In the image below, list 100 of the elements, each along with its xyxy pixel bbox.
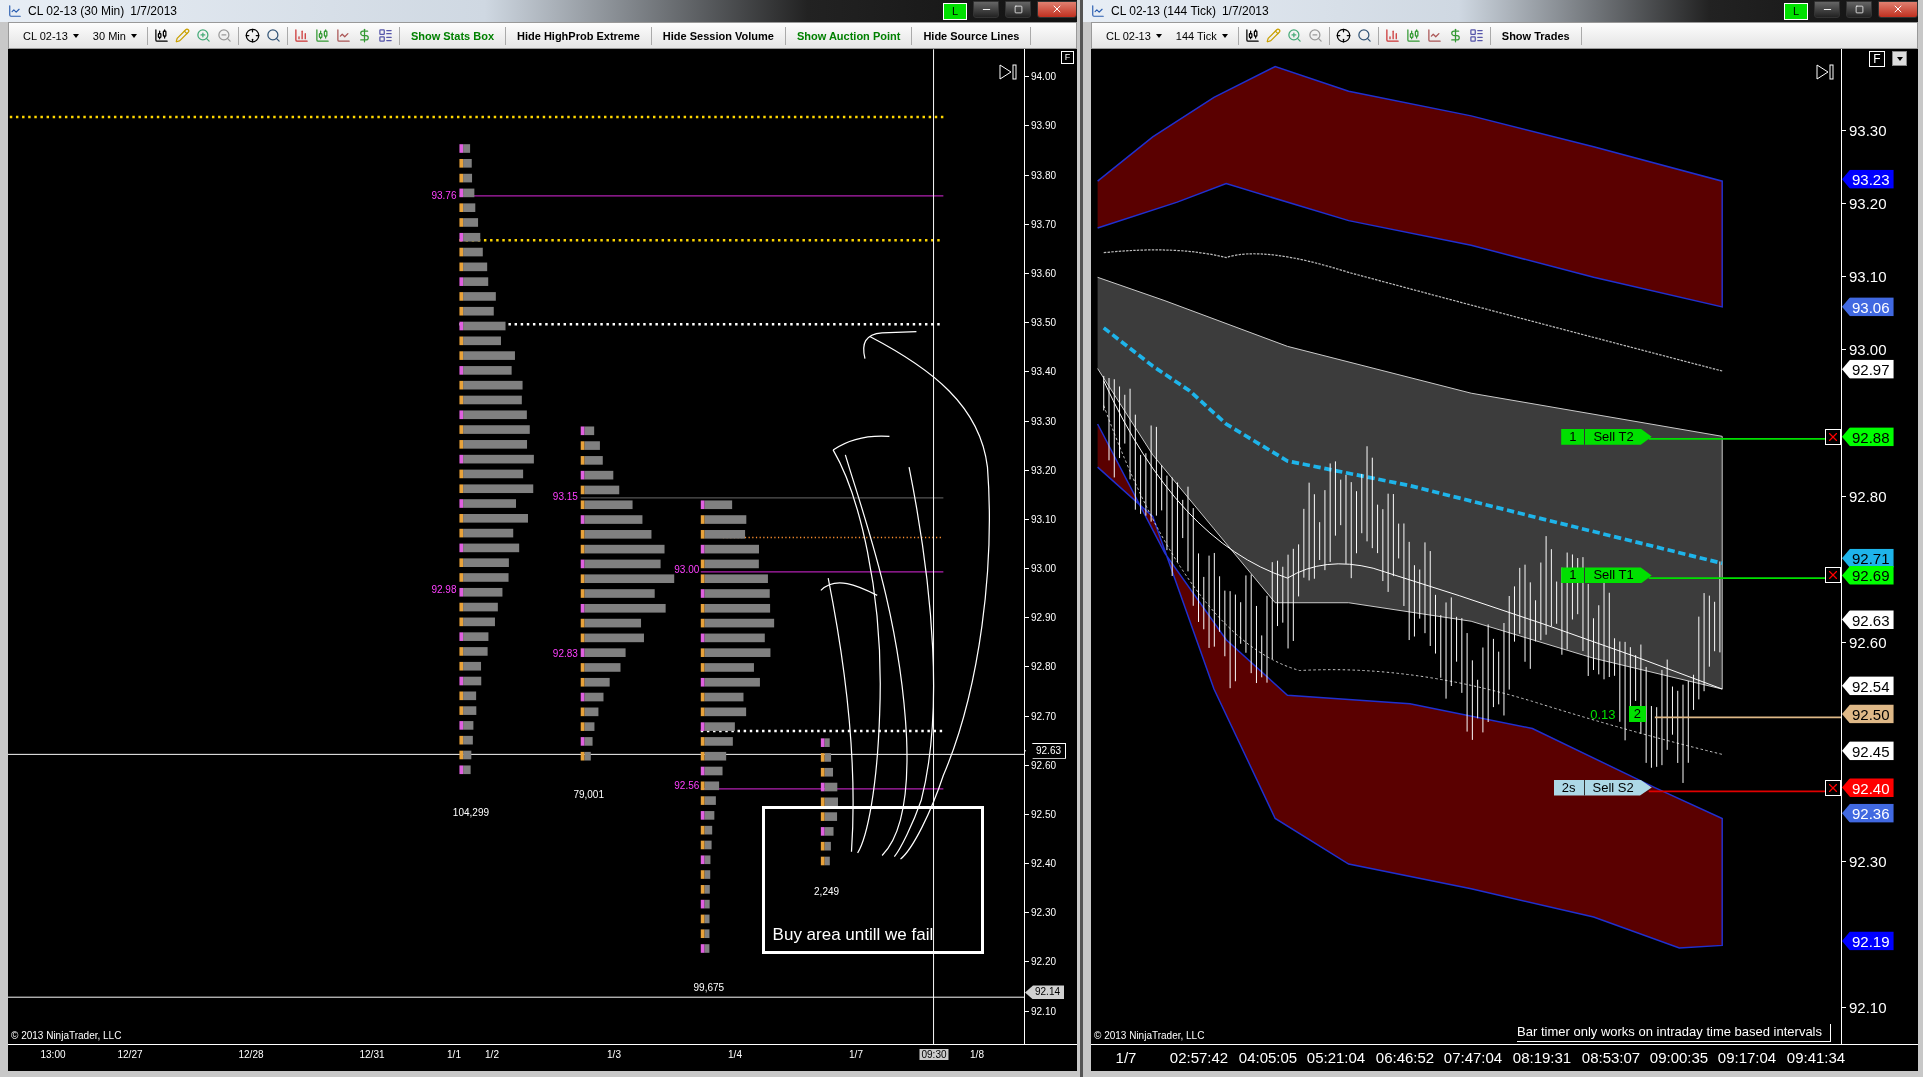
properties-icon[interactable] <box>377 28 393 43</box>
maximize-button[interactable] <box>1005 0 1031 18</box>
price-tick: 93.30 <box>1849 121 1887 139</box>
price-tick: 92.70 <box>1031 710 1057 722</box>
maximize-icon <box>1854 4 1864 14</box>
cancel-order-button[interactable] <box>1825 779 1841 796</box>
strategy-icon[interactable] <box>1405 28 1421 43</box>
instrument-dropdown[interactable]: CL 02-13 <box>1102 29 1166 42</box>
time-label: 09:00:35 <box>1648 1049 1710 1066</box>
strategy-icon[interactable] <box>314 28 330 43</box>
line-chart-icon[interactable] <box>335 28 351 43</box>
zoom-in-icon[interactable] <box>1286 28 1302 43</box>
bar-style-icon[interactable] <box>153 28 169 43</box>
order-tag[interactable]: 1 Sell T1 <box>1561 567 1652 584</box>
price-tick: 92.80 <box>1031 660 1057 672</box>
crosshair-icon[interactable] <box>1335 28 1351 43</box>
price-tick: 93.10 <box>1849 267 1887 285</box>
price-tag: 93.06 <box>1842 297 1894 317</box>
price-tag: 92.40 <box>1842 778 1894 798</box>
go-to-end-icon[interactable] <box>1815 62 1836 81</box>
crosshair-icon[interactable] <box>244 28 260 43</box>
order-quantity: 1 <box>1561 567 1586 584</box>
close-button[interactable] <box>1878 0 1918 18</box>
go-to-end-icon[interactable] <box>998 62 1019 81</box>
caret-icon <box>1896 56 1903 61</box>
indicator-icon[interactable] <box>293 28 309 43</box>
minimize-button[interactable] <box>973 0 999 18</box>
instrument-dropdown[interactable]: CL 02-13 <box>19 29 83 42</box>
price-tag: 92.50 <box>1842 704 1894 724</box>
interval-dropdown[interactable]: 30 Min <box>88 29 141 42</box>
time-label: 04:05:05 <box>1237 1049 1299 1066</box>
search-icon[interactable] <box>265 28 281 43</box>
search-icon[interactable] <box>1356 28 1372 43</box>
time-label: 07:47:04 <box>1442 1049 1504 1066</box>
price-tick: 92.60 <box>1849 633 1887 651</box>
window-date: 1/7/2013 <box>1221 4 1269 18</box>
toolbar-button[interactable]: Show Trades <box>1496 29 1575 42</box>
properties-icon[interactable] <box>1468 28 1484 43</box>
toolbar-button[interactable]: Hide HighProb Extreme <box>512 29 645 42</box>
price-tick: 92.30 <box>1849 852 1887 870</box>
scale-button[interactable]: F <box>1869 51 1885 67</box>
toolbar-button[interactable]: Hide Session Volume <box>657 29 779 42</box>
minimize-button[interactable] <box>1814 0 1840 18</box>
time-label: 1/4 <box>727 1049 743 1060</box>
window-title: CL 02-13 (144 Tick) <box>1111 4 1216 18</box>
time-label: 1/8 <box>969 1049 985 1060</box>
profile-label: 93.15 <box>552 490 578 502</box>
price-tick: 93.30 <box>1031 415 1057 426</box>
scale-button[interactable]: F <box>1061 51 1074 64</box>
zoom-out-icon[interactable] <box>1307 28 1323 43</box>
dropdown-button[interactable] <box>1892 51 1907 66</box>
connection-badge: L <box>1783 2 1808 20</box>
maximize-button[interactable] <box>1846 0 1872 18</box>
price-tick: 92.10 <box>1849 998 1887 1016</box>
close-button[interactable] <box>1037 0 1077 18</box>
toolbar-button[interactable]: Hide Source Lines <box>918 29 1025 42</box>
line-chart-icon[interactable] <box>1426 28 1442 43</box>
time-label: 02:57:42 <box>1168 1049 1230 1066</box>
caret-icon <box>1221 33 1228 38</box>
profile-label: 92.83 <box>552 647 578 659</box>
price-tick: 93.00 <box>1031 562 1057 574</box>
connection-badge: L <box>942 2 967 20</box>
price-tick: 93.80 <box>1031 169 1057 181</box>
interval-dropdown[interactable]: 144 Tick <box>1171 29 1232 42</box>
time-label: 06:46:52 <box>1374 1049 1436 1066</box>
toolbar-button[interactable]: Show Stats Box <box>405 29 499 42</box>
cancel-order-button[interactable] <box>1825 567 1841 584</box>
price-tick: 92.20 <box>1031 955 1057 967</box>
window-date: 1/7/2013 <box>130 4 177 18</box>
time-label: 1/2 <box>484 1049 500 1060</box>
price-tag: 92.63 <box>1842 610 1894 630</box>
price-tag: 93.23 <box>1842 169 1894 189</box>
cancel-order-button[interactable] <box>1825 428 1841 445</box>
zoom-out-icon[interactable] <box>216 28 232 43</box>
close-icon <box>1892 3 1904 15</box>
time-label: 1/1 <box>446 1049 462 1060</box>
price-tick: 92.90 <box>1031 611 1057 623</box>
caret-icon <box>130 33 137 38</box>
close-icon <box>1051 3 1063 15</box>
copyright-text: © 2013 NinjaTrader, LLC <box>1094 1030 1205 1041</box>
price-tick: 92.80 <box>1849 487 1887 505</box>
price-tag: 92.63 <box>1025 742 1067 759</box>
window-title: CL 02-13 (30 Min) <box>28 4 125 18</box>
profile-label: 93.76 <box>431 189 457 201</box>
price-tag: 92.45 <box>1842 741 1894 761</box>
copyright-text: © 2013 NinjaTrader, LLC <box>11 1030 122 1041</box>
price-tick: 93.10 <box>1031 513 1057 525</box>
zoom-in-icon[interactable] <box>195 28 211 43</box>
toolbar-button[interactable]: Show Auction Point <box>791 29 906 42</box>
price-tag: 92.14 <box>1025 985 1065 1000</box>
time-label: 12/31 <box>358 1049 386 1060</box>
order-quantity: 1 <box>1561 428 1586 445</box>
price-tick: 94.00 <box>1031 70 1057 82</box>
indicator-icon[interactable] <box>1384 28 1400 43</box>
caret-icon <box>1155 33 1162 38</box>
position-pnl: 0.13 <box>1590 706 1616 722</box>
order-label: Sell T1 <box>1592 567 1635 584</box>
time-label: 05:21:04 <box>1305 1049 1367 1066</box>
bar-style-icon[interactable] <box>1244 28 1260 43</box>
time-label: 09:30 <box>919 1049 949 1060</box>
